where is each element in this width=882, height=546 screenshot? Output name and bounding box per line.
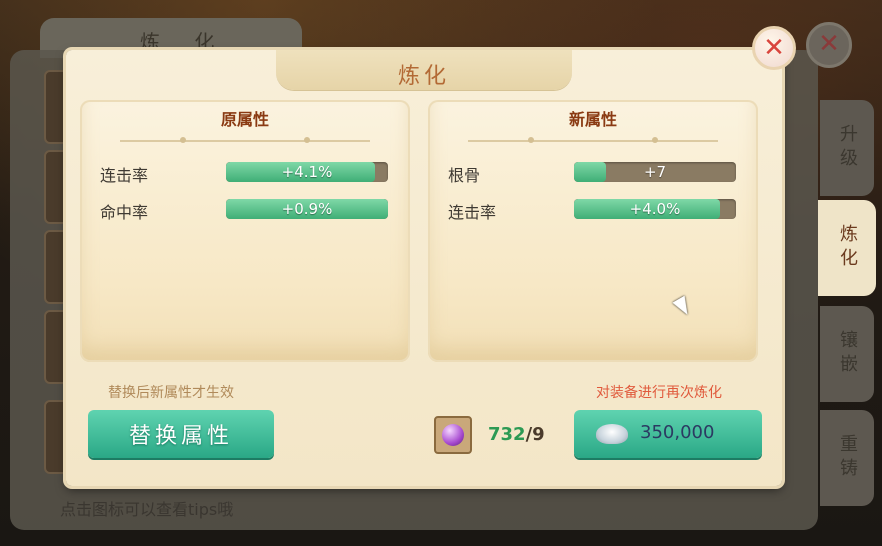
attr-name: 连击率 [448, 203, 497, 222]
close-icon: ✕ [763, 33, 785, 63]
material-count: 732/9 [488, 424, 545, 445]
silver-ingot-icon [596, 424, 628, 444]
material-slot[interactable] [434, 416, 472, 454]
back-hint-text: 点击图标可以查看tips哦 [60, 500, 234, 519]
attr-bar: +0.9% [226, 199, 388, 219]
replace-hint: 替换后新属性才生效 [108, 385, 234, 401]
smelt-hint: 对装备进行再次炼化 [596, 385, 722, 401]
attr-value: +0.9% [281, 200, 333, 218]
attr-name: 根骨 [448, 166, 481, 185]
tab-inlay[interactable]: 镶嵌 [820, 306, 874, 402]
close-button[interactable]: ✕ [752, 26, 796, 70]
material-need: /9 [525, 424, 545, 445]
divider [468, 137, 718, 143]
attr-value: +4.0% [629, 200, 681, 218]
new-attrs-panel: 新属性 根骨 +7 连击率 +4.0% [428, 100, 758, 362]
tab-upgrade[interactable]: 升级 [820, 100, 874, 196]
original-attrs-panel: 原属性 连击率 +4.1% 命中率 +0.9% [80, 100, 410, 362]
new-attrs-heading: 新属性 [568, 110, 617, 129]
replace-attrs-button[interactable]: 替换属性 [88, 410, 274, 458]
dialog-title-bar: 炼化 [276, 50, 572, 90]
new-attr-row: 连击率 +4.0% [448, 199, 738, 222]
attr-name: 连击率 [100, 166, 149, 185]
tab-recast[interactable]: 重铸 [820, 410, 874, 506]
attr-bar: +4.1% [226, 162, 388, 182]
original-attr-row: 连击率 +4.1% [100, 162, 390, 185]
attr-bar: +4.0% [574, 199, 736, 219]
attr-name: 命中率 [100, 203, 149, 222]
divider [120, 137, 370, 143]
attr-value: +4.1% [281, 163, 333, 181]
back-close-icon[interactable]: ✕ [806, 22, 852, 68]
smelt-again-button[interactable]: 350,000 [574, 410, 762, 458]
new-attr-row: 根骨 +7 [448, 162, 738, 185]
purple-orb-icon [442, 424, 464, 446]
attr-bar: +7 [574, 162, 736, 182]
material-have: 732 [488, 424, 526, 445]
dialog-title: 炼化 [397, 64, 450, 89]
original-attrs-heading: 原属性 [220, 110, 269, 129]
attr-value: +7 [643, 163, 667, 181]
smelt-cost: 350,000 [640, 422, 715, 443]
original-attr-row: 命中率 +0.9% [100, 199, 390, 222]
tab-smelt[interactable]: 炼化 [818, 200, 876, 296]
